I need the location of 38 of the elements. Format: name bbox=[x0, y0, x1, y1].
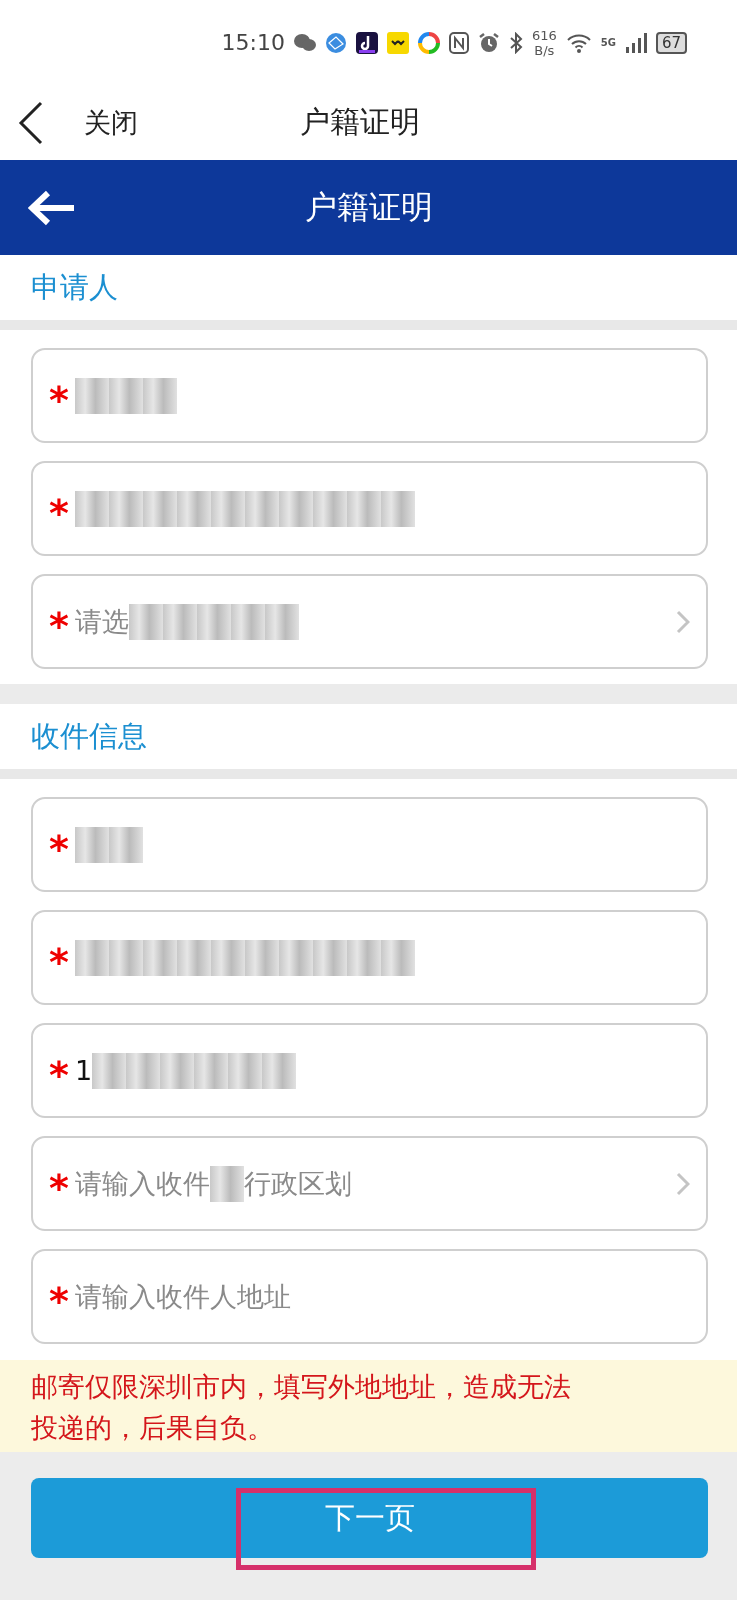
next-page-button[interactable]: 下一页 bbox=[31, 1478, 708, 1558]
input-field[interactable]: * bbox=[31, 797, 708, 892]
header-title: 户籍证明 bbox=[304, 186, 433, 228]
chat-bubbles-icon bbox=[293, 32, 316, 53]
required-asterisk: * bbox=[49, 489, 69, 532]
required-asterisk: * bbox=[49, 376, 69, 419]
input-field[interactable]: * bbox=[31, 348, 708, 443]
globe-icon bbox=[324, 31, 347, 54]
wifi-icon bbox=[565, 32, 592, 53]
square-app-icon bbox=[386, 31, 409, 54]
bluetooth-icon bbox=[508, 31, 523, 54]
section-title: 申请人 bbox=[31, 268, 118, 306]
nfc-icon bbox=[448, 31, 469, 54]
section-title: 收件信息 bbox=[31, 717, 147, 755]
network-type: 5G bbox=[600, 37, 616, 48]
input-field[interactable]: * bbox=[31, 461, 708, 556]
page-title: 户籍证明 bbox=[300, 103, 420, 141]
back-arrow-icon[interactable] bbox=[28, 190, 76, 226]
required-asterisk: * bbox=[49, 825, 69, 868]
chevron-right-icon bbox=[676, 609, 690, 634]
required-asterisk: * bbox=[49, 1164, 69, 1207]
signal-bars-icon bbox=[624, 32, 647, 53]
notice-text: 邮寄仅限深圳市内，填写外地地址，造成无法投递的，后果自负。 bbox=[0, 1360, 737, 1452]
input-field[interactable]: * bbox=[31, 910, 708, 1005]
speed-value: 616 bbox=[531, 27, 557, 43]
status-time: 15:10 bbox=[221, 30, 285, 55]
required-asterisk: * bbox=[49, 1051, 69, 1094]
music-note-app-icon bbox=[355, 31, 378, 54]
swirl-app-icon bbox=[417, 31, 440, 54]
alarm-clock-icon bbox=[477, 31, 500, 54]
back-icon[interactable] bbox=[18, 100, 44, 145]
battery-level: 67 bbox=[655, 31, 687, 54]
required-asterisk: * bbox=[49, 1277, 69, 1320]
close-link[interactable]: 关闭 bbox=[84, 104, 138, 141]
required-asterisk: * bbox=[49, 938, 69, 981]
required-asterisk: * bbox=[49, 602, 69, 645]
chevron-right-icon bbox=[676, 1171, 690, 1196]
speed-unit: B/s bbox=[534, 42, 555, 58]
